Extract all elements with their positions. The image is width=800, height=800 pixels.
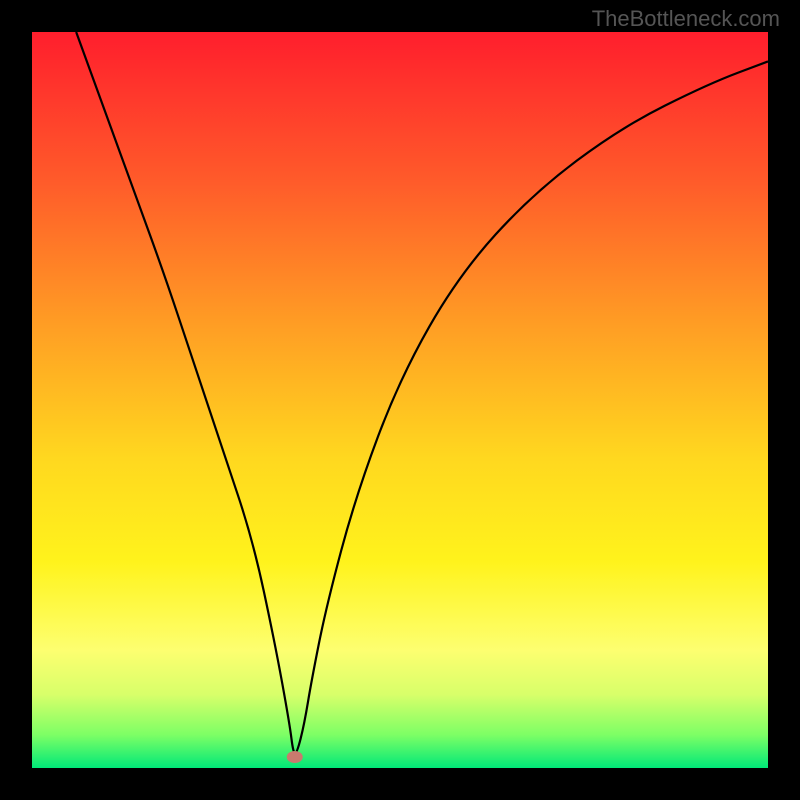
watermark-text: TheBottleneck.com	[592, 6, 780, 32]
chart-frame	[32, 32, 768, 768]
gradient-background	[32, 32, 768, 768]
bottleneck-chart	[32, 32, 768, 768]
optimum-marker	[287, 751, 303, 763]
